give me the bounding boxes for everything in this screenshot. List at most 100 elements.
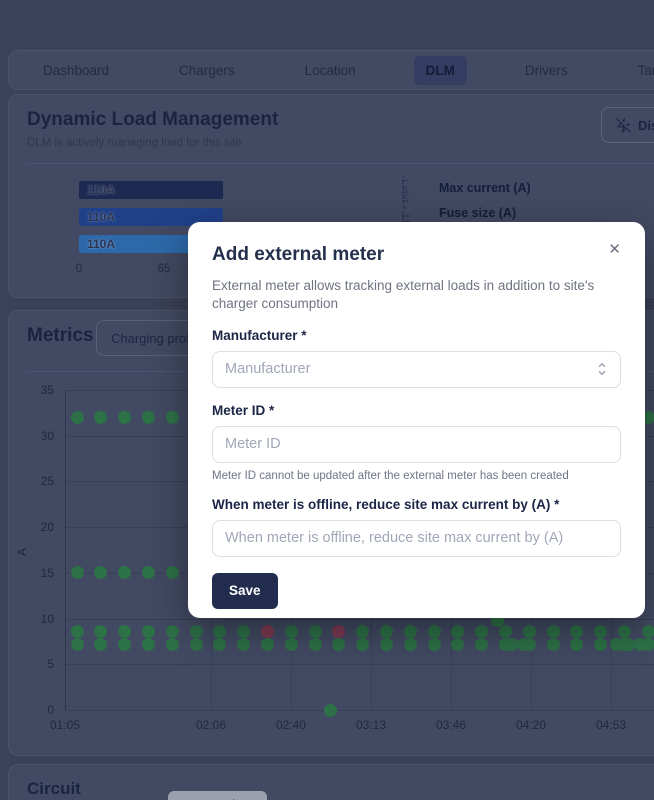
meter-id-helper-text: Meter ID cannot be updated after the ext… [212, 470, 621, 482]
data-point [142, 625, 155, 638]
data-point [475, 638, 488, 651]
tab-dlm[interactable]: DLM [414, 56, 467, 85]
tab-drivers[interactable]: Drivers [513, 56, 580, 85]
data-point [118, 411, 131, 424]
y-axis-label: A [15, 548, 29, 556]
data-point [94, 625, 107, 638]
close-icon[interactable]: ✕ [604, 236, 625, 262]
data-point [428, 625, 441, 638]
y-tick-label: 15 [4, 566, 54, 580]
data-point [517, 638, 530, 651]
max-current-label: Max current (A) [439, 181, 531, 195]
offline-reduce-input[interactable] [212, 520, 621, 557]
manufacturer-label: Manufacturer * [212, 328, 621, 343]
data-point [523, 625, 536, 638]
data-point [166, 411, 179, 424]
data-point [142, 411, 155, 424]
x-tick-label: 03:46 [436, 718, 466, 732]
data-point [642, 625, 654, 638]
data-point [594, 638, 607, 651]
data-point [285, 638, 298, 651]
x-tick-label: 03:13 [356, 718, 386, 732]
data-point [118, 566, 131, 579]
zap-off-icon [616, 118, 631, 133]
data-point [634, 638, 647, 651]
dlm-status-text: DLM is actively managing load for this s… [27, 137, 242, 149]
data-point [166, 638, 179, 651]
tab-location[interactable]: Location [293, 56, 368, 85]
y-tick-label: 30 [4, 429, 54, 443]
data-point [309, 638, 322, 651]
circuit-partial-button[interactable]: Screenshot [168, 791, 267, 800]
circuit-section: Circuit Screenshot [8, 764, 654, 800]
data-point [428, 638, 441, 651]
data-point [309, 625, 322, 638]
data-point [380, 638, 393, 651]
data-point [71, 566, 84, 579]
bar-axis-tick: 65 [158, 263, 171, 275]
data-point [261, 638, 274, 651]
data-point [142, 638, 155, 651]
data-point [547, 625, 560, 638]
modal-title: Add external meter [212, 244, 621, 266]
page-title: Dynamic Load Management [27, 109, 278, 131]
add-external-meter-modal: Add external meter ✕ External meter allo… [188, 222, 645, 618]
tab-dashboard[interactable]: Dashboard [31, 56, 121, 85]
disable-dlm-button[interactable]: Disable [601, 107, 654, 143]
tab-tariffs[interactable]: Tariffs [626, 56, 654, 85]
data-point [570, 625, 583, 638]
fuse-size-label: Fuse size (A) [439, 206, 516, 220]
data-point [332, 625, 345, 638]
data-point [71, 411, 84, 424]
tab-chargers[interactable]: Chargers [167, 56, 247, 85]
meter-id-input[interactable] [212, 426, 621, 463]
data-point [475, 625, 488, 638]
x-tick-label: 01:05 [50, 718, 80, 732]
modal-description: External meter allows tracking external … [212, 277, 621, 313]
chevron-up-down-icon [596, 362, 608, 376]
circuit-title: Circuit [27, 779, 81, 799]
data-point [190, 625, 203, 638]
data-point [237, 638, 250, 651]
main-nav: Dashboard Chargers Location DLM Drivers … [8, 50, 654, 90]
data-point [118, 638, 131, 651]
h-gridline [65, 664, 654, 665]
manufacturer-select[interactable]: Manufacturer [212, 351, 621, 388]
x-tick-label: 04:53 [596, 718, 626, 732]
y-axis-line [65, 390, 66, 710]
data-point [404, 638, 417, 651]
data-point [380, 625, 393, 638]
data-point [505, 638, 518, 651]
data-point [404, 625, 417, 638]
data-point [356, 638, 369, 651]
data-point [190, 638, 203, 651]
data-point [213, 625, 226, 638]
data-point [118, 625, 131, 638]
y-tick-label: 20 [4, 520, 54, 534]
bar-axis-tick: 0 [76, 263, 82, 275]
data-point [142, 566, 155, 579]
h-gridline [65, 619, 654, 620]
data-point [622, 638, 635, 651]
data-point [94, 638, 107, 651]
data-point [213, 638, 226, 651]
data-point [356, 625, 369, 638]
offline-reduce-label: When meter is offline, reduce site max c… [212, 497, 621, 512]
data-point [71, 625, 84, 638]
data-point [324, 704, 337, 717]
metrics-title: Metrics [27, 325, 94, 347]
h-gridline [65, 710, 654, 711]
y-tick-label: 0 [4, 703, 54, 717]
data-point [594, 625, 607, 638]
data-point [166, 625, 179, 638]
data-point [94, 411, 107, 424]
save-button[interactable]: Save [212, 573, 278, 609]
data-point [618, 625, 631, 638]
data-point [451, 625, 464, 638]
y-tick-label: 10 [4, 612, 54, 626]
phase-bar: 110A [79, 181, 223, 199]
y-tick-label: 25 [4, 474, 54, 488]
x-tick-label: 02:40 [276, 718, 306, 732]
data-point [332, 638, 345, 651]
data-point [166, 566, 179, 579]
